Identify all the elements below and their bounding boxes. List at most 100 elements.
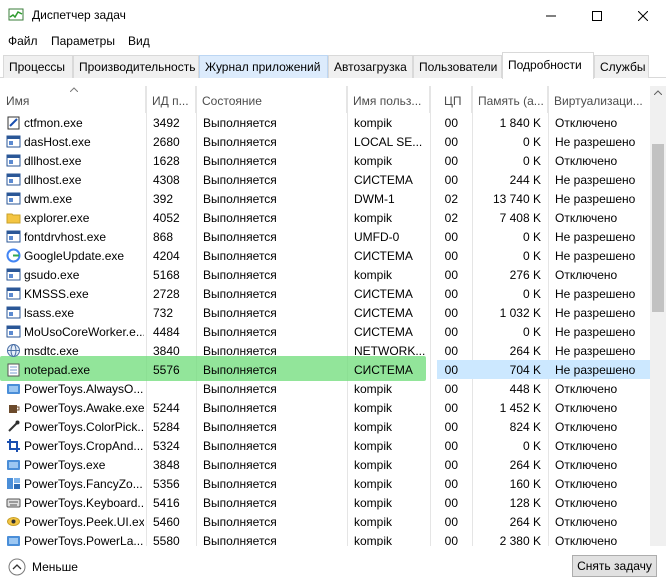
process-memory: 160 K bbox=[509, 477, 541, 491]
tab-startup[interactable]: Автозагрузка bbox=[328, 55, 413, 78]
process-cpu: 00 bbox=[444, 401, 458, 415]
process-status: Выполняется bbox=[203, 287, 277, 301]
process-user: СИСТЕМА bbox=[354, 249, 413, 263]
tab-app-history[interactable]: Журнал приложений bbox=[199, 55, 328, 78]
process-cpu: 02 bbox=[444, 192, 458, 206]
process-virtualization: Не разрешено bbox=[555, 249, 636, 263]
process-user: LOCAL SE... bbox=[354, 135, 423, 149]
process-cpu: 00 bbox=[444, 363, 458, 377]
fewer-details-button[interactable]: Меньше bbox=[8, 558, 78, 576]
process-name: gsudo.exe bbox=[24, 268, 80, 282]
table-row[interactable]: PowerToys.FancyZo... 5356 Выполняется kompi… bbox=[0, 474, 650, 493]
table-row[interactable]: PowerToys.Keyboard... 5416 Выполняется komp… bbox=[0, 493, 650, 512]
table-row[interactable]: explorer.exe 4052 Выполняется kompik 02 7 408… bbox=[0, 208, 650, 227]
process-memory: 0 K bbox=[522, 135, 541, 149]
process-user: kompik bbox=[354, 515, 393, 529]
process-memory: 276 K bbox=[509, 268, 541, 282]
fewer-details-label: Меньше bbox=[32, 560, 78, 574]
process-user: kompik bbox=[354, 496, 393, 510]
process-virtualization: Не разрешено bbox=[555, 344, 636, 358]
col-name[interactable]: Имя bbox=[6, 86, 146, 113]
process-memory: 824 K bbox=[509, 420, 541, 434]
process-user: kompik bbox=[354, 211, 393, 225]
process-status: Выполняется bbox=[203, 192, 277, 206]
process-virtualization: Не разрешено bbox=[555, 173, 636, 187]
process-status: Выполняется bbox=[203, 173, 277, 187]
col-pid[interactable]: ИД п... bbox=[146, 86, 196, 113]
process-status: Выполняется bbox=[203, 534, 277, 546]
process-memory: 1 032 K bbox=[499, 306, 541, 320]
process-status: Выполняется bbox=[203, 344, 277, 358]
process-name: GoogleUpdate.exe bbox=[24, 249, 125, 263]
table-row[interactable]: MoUsoCoreWorker.e... 4484 Выполняется СИСТЕ… bbox=[0, 322, 650, 341]
menu-file[interactable]: Файл bbox=[8, 34, 38, 48]
menu-view[interactable]: Вид bbox=[128, 34, 150, 48]
table-row[interactable]: PowerToys.ColorPick... 5284 Выполняется kom… bbox=[0, 417, 650, 436]
window-icon bbox=[6, 192, 21, 205]
process-cpu: 00 bbox=[444, 534, 458, 546]
crop-icon bbox=[7, 439, 20, 452]
table-row[interactable]: dllhost.exe 4308 Выполняется СИСТЕМА 00 244 K… bbox=[0, 170, 650, 189]
process-status: Выполняется bbox=[203, 458, 277, 472]
process-memory: 264 K bbox=[509, 515, 541, 529]
table-row[interactable]: PowerToys.PowerLa... 5580 Выполняется kompi… bbox=[0, 531, 650, 546]
col-virtualization[interactable]: Виртуализаци... bbox=[548, 86, 650, 113]
table-row[interactable]: PowerToys.AlwaysO... Выполняется kompik 00 4… bbox=[0, 379, 650, 398]
process-cpu: 00 bbox=[444, 344, 458, 358]
table-row[interactable]: lsass.exe 732 Выполняется СИСТЕМА 00 1 032 K Н… bbox=[0, 303, 650, 322]
tab-strip: Процессы Производительность Журнал прило… bbox=[0, 52, 666, 79]
table-row[interactable]: KMSSS.exe 2728 Выполняется СИСТЕМА 00 0 K Не р… bbox=[0, 284, 650, 303]
menu-options[interactable]: Параметры bbox=[51, 34, 115, 48]
end-task-button[interactable]: Снять задачу bbox=[572, 555, 657, 577]
process-name: PowerToys.ColorPick... bbox=[24, 420, 144, 434]
process-virtualization: Отключено bbox=[555, 154, 618, 168]
tab-services[interactable]: Службы bbox=[594, 55, 649, 78]
col-cpu[interactable]: ЦП bbox=[430, 86, 472, 113]
vertical-scrollbar[interactable] bbox=[650, 86, 666, 546]
process-name: notepad.exe bbox=[24, 363, 91, 377]
process-cpu: 00 bbox=[444, 477, 458, 491]
table-row[interactable]: GoogleUpdate.exe 4204 Выполняется СИСТЕМА 00… bbox=[0, 246, 650, 265]
process-pid: 5356 bbox=[153, 477, 180, 491]
table-row[interactable]: PowerToys.Peek.UI.exe 5460 Выполняется komp… bbox=[0, 512, 650, 531]
scroll-up-icon[interactable] bbox=[654, 90, 662, 95]
tab-users[interactable]: Пользователи bbox=[413, 55, 502, 78]
col-status[interactable]: Состояние bbox=[196, 86, 347, 113]
table-row[interactable]: dasHost.exe 2680 Выполняется LOCAL SE... 00 0… bbox=[0, 132, 650, 151]
process-user: UMFD-0 bbox=[354, 230, 400, 244]
tab-details[interactable]: Подробности bbox=[502, 52, 594, 79]
table-row[interactable]: dllhost.exe 1628 Выполняется kompik 00 0 K Отк… bbox=[0, 151, 650, 170]
globe-icon bbox=[7, 344, 20, 357]
process-status: Выполняется bbox=[203, 306, 277, 320]
table-row[interactable]: PowerToys.Awake.exe 5244 Выполняется kompik… bbox=[0, 398, 650, 417]
process-user: kompik bbox=[354, 477, 393, 491]
maximize-button[interactable] bbox=[574, 0, 620, 31]
process-status: Выполняется bbox=[203, 439, 277, 453]
process-status: Выполняется bbox=[203, 401, 277, 415]
table-row[interactable]: fontdrvhost.exe 868 Выполняется UMFD-0 00 0 K… bbox=[0, 227, 650, 246]
process-cpu: 00 bbox=[444, 154, 458, 168]
process-pid: 2728 bbox=[153, 287, 180, 301]
folder-icon bbox=[6, 213, 21, 224]
tab-performance[interactable]: Производительность bbox=[73, 55, 199, 78]
table-row[interactable]: PowerToys.exe 3848 Выполняется kompik 00 264 … bbox=[0, 455, 650, 474]
col-memory[interactable]: Память (а... bbox=[472, 86, 548, 113]
process-pid: 4052 bbox=[153, 211, 180, 225]
tab-processes[interactable]: Процессы bbox=[3, 55, 73, 78]
table-row[interactable]: dwm.exe 392 Выполняется DWM-1 02 13 740 K Не р… bbox=[0, 189, 650, 208]
table-row[interactable]: notepad.exe 5576 Выполняется СИСТЕМА 00 704 K… bbox=[0, 360, 650, 379]
close-button[interactable] bbox=[620, 0, 666, 31]
process-name: ctfmon.exe bbox=[24, 116, 83, 130]
process-virtualization: Отключено bbox=[555, 534, 618, 546]
minimize-button[interactable] bbox=[528, 0, 574, 31]
process-pid bbox=[153, 379, 193, 398]
scrollbar-thumb[interactable] bbox=[652, 144, 664, 312]
table-row[interactable]: msdtc.exe 3840 Выполняется NETWORK... 00 264 … bbox=[0, 341, 650, 360]
process-status: Выполняется bbox=[203, 116, 277, 130]
table-row[interactable]: ctfmon.exe 3492 Выполняется kompik 00 1 840 K… bbox=[0, 113, 650, 132]
process-status: Выполняется bbox=[203, 325, 277, 339]
col-user[interactable]: Имя польз... bbox=[347, 86, 430, 113]
table-row[interactable]: gsudo.exe 5168 Выполняется kompik 00 276 K Отк… bbox=[0, 265, 650, 284]
table-row[interactable]: PowerToys.CropAnd... 5324 Выполняется kompi… bbox=[0, 436, 650, 455]
window-icon bbox=[6, 287, 21, 300]
